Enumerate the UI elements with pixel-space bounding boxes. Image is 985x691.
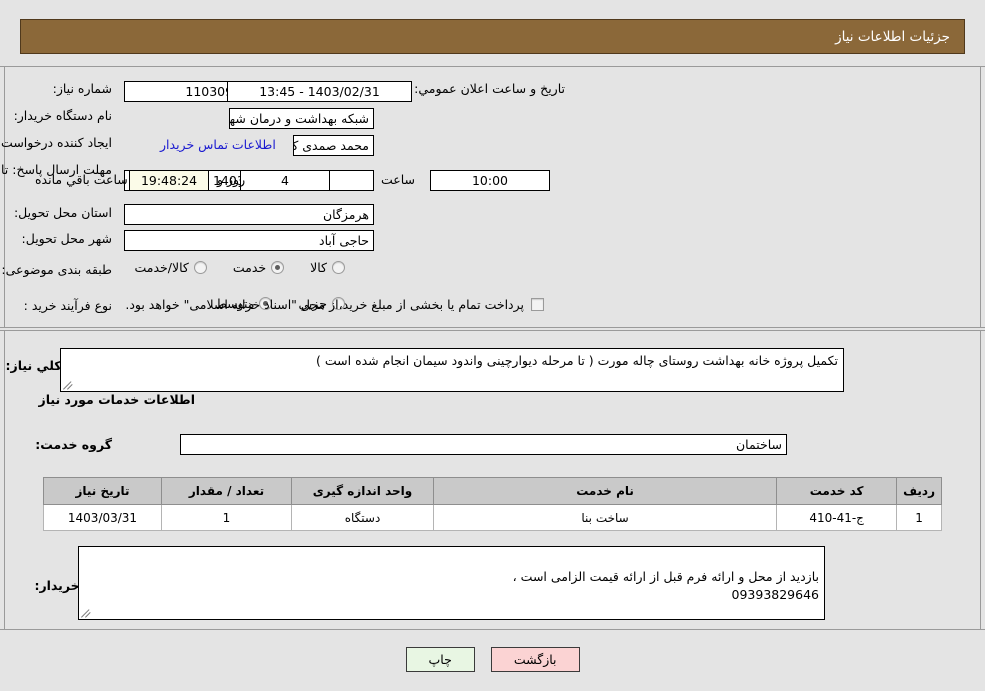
category-label: طبقه بندی موضوعی: bbox=[1, 262, 112, 277]
action-button-bar: بازگشت چاپ bbox=[0, 647, 985, 672]
page-title-text: جزئیات اطلاعات نیاز bbox=[835, 28, 950, 45]
treasury-checkbox-row[interactable]: پرداخت تمام یا بخشی از مبلغ خرید،از محل … bbox=[125, 297, 544, 313]
back-button[interactable]: بازگشت bbox=[490, 647, 580, 672]
service-group-value: ساختمان bbox=[736, 437, 782, 452]
city-field[interactable]: حاجی آباد bbox=[124, 230, 374, 251]
col-need-date: تاریخ نیاز bbox=[43, 477, 162, 505]
col-service-name: نام خدمت bbox=[432, 477, 778, 505]
countdown-field: 19:48:24 bbox=[129, 170, 209, 191]
col-unit: واحد اندازه گیری bbox=[291, 477, 434, 505]
page-root: AriaTender.net جزئیات اطلاعات نیاز شماره… bbox=[0, 0, 985, 691]
buyer-notes-value: بازدید از محل و ارائه فرم قبل از ارائه ق… bbox=[512, 569, 819, 603]
cell-unit: دستگاه bbox=[291, 504, 434, 531]
service-group-field[interactable]: ساختمان bbox=[180, 434, 787, 455]
days-and-label: روز و bbox=[217, 172, 246, 187]
description-value: تکمیل پروژه خانه بهداشت روستای چاله مورت… bbox=[316, 353, 838, 368]
table-row: 1 ج-41-410 ساخت بنا دستگاه 1 1403/03/31 bbox=[43, 504, 942, 531]
service-group-label: گروه خدمت: bbox=[35, 437, 112, 452]
category-option-0-label: کالا bbox=[310, 260, 327, 275]
buyer-org-label: نام دستگاه خریدار: bbox=[13, 108, 112, 123]
announce-datetime-label: تاریخ و ساعت اعلان عمومي: bbox=[414, 81, 565, 96]
request-creator-field[interactable]: محمد صمدی کاربرداز شبکه بهداشت و درمان ش… bbox=[293, 135, 374, 156]
hour-label: ساعت bbox=[380, 172, 415, 187]
buyer-contact-link[interactable]: اطلاعات تماس خریدار bbox=[160, 137, 276, 152]
buyer-org-value: شبکه بهداشت و درمان شهرستان حاجی اباد bbox=[229, 111, 369, 126]
category-option-2-label: کالا/خدمت bbox=[134, 260, 189, 275]
announce-datetime-field[interactable]: 1403/02/31 - 13:45 bbox=[227, 81, 412, 102]
province-label: استان محل تحویل: bbox=[13, 205, 112, 220]
print-button[interactable]: چاپ bbox=[405, 647, 475, 672]
col-quantity: تعداد / مقدار bbox=[161, 477, 292, 505]
deadline-hour-field[interactable]: 10:00 bbox=[430, 170, 550, 191]
col-service-code: کد خدمت bbox=[776, 477, 898, 505]
table-header-row: ردیف کد خدمت نام خدمت واحد اندازه گیری ت… bbox=[43, 477, 942, 505]
radio-icon[interactable] bbox=[332, 261, 345, 274]
cell-row-number: 1 bbox=[896, 504, 942, 531]
category-option-0[interactable]: کالا bbox=[310, 260, 345, 275]
days-remaining-value: 4 bbox=[281, 173, 289, 188]
radio-icon[interactable] bbox=[271, 261, 285, 274]
cell-quantity: 1 bbox=[161, 504, 292, 531]
request-creator-label: ایجاد کننده درخواست: bbox=[0, 135, 112, 150]
deadline-hour-value: 10:00 bbox=[471, 173, 509, 188]
province-value: هرمزگان bbox=[322, 207, 369, 222]
category-radio-group: کالا خدمت کالا/خدمت bbox=[108, 260, 345, 275]
need-number-label: شماره نیاز: bbox=[52, 81, 112, 96]
buyer-notes-textarea[interactable]: بازدید از محل و ارائه فرم قبل از ارائه ق… bbox=[78, 546, 825, 620]
services-table: ردیف کد خدمت نام خدمت واحد اندازه گیری ت… bbox=[43, 477, 942, 531]
category-option-1[interactable]: خدمت bbox=[232, 260, 285, 275]
treasury-checkbox-label: پرداخت تمام یا بخشی از مبلغ خرید،از محل … bbox=[125, 297, 524, 312]
resize-grip-icon[interactable] bbox=[63, 378, 75, 390]
remaining-hours-label: ساعت باقي مانده bbox=[35, 172, 128, 187]
cell-service-code: ج-41-410 bbox=[776, 504, 898, 531]
resize-grip-icon[interactable] bbox=[81, 606, 93, 618]
request-creator-value: محمد صمدی کاربرداز شبکه بهداشت و درمان ش… bbox=[294, 138, 369, 153]
buyer-org-field[interactable]: شبکه بهداشت و درمان شهرستان حاجی اباد bbox=[229, 108, 374, 129]
col-row-number: ردیف bbox=[896, 477, 942, 505]
city-label: شهر محل تحویل: bbox=[21, 231, 112, 246]
summary-panel bbox=[0, 66, 985, 328]
city-value: حاجی آباد bbox=[319, 233, 369, 248]
services-section-title: اطلاعات خدمات مورد نیاز bbox=[38, 392, 196, 407]
purchase-type-label: نوع فرآیند خرید : bbox=[23, 298, 112, 313]
days-remaining-field[interactable]: 4 bbox=[240, 170, 330, 191]
announce-datetime-value: 1403/02/31 - 13:45 bbox=[259, 84, 380, 99]
category-option-1-label: خدمت bbox=[232, 260, 267, 275]
checkbox-icon[interactable] bbox=[531, 298, 544, 312]
page-title: جزئیات اطلاعات نیاز bbox=[20, 19, 965, 54]
cell-need-date: 1403/03/31 bbox=[43, 504, 162, 531]
province-field[interactable]: هرمزگان bbox=[124, 204, 374, 225]
cell-service-name: ساخت بنا bbox=[432, 504, 778, 531]
radio-icon[interactable] bbox=[193, 261, 207, 274]
description-textarea[interactable]: تکمیل پروژه خانه بهداشت روستای چاله مورت… bbox=[60, 348, 844, 392]
category-option-2[interactable]: کالا/خدمت bbox=[134, 260, 207, 275]
countdown-value: 19:48:24 bbox=[140, 173, 198, 188]
